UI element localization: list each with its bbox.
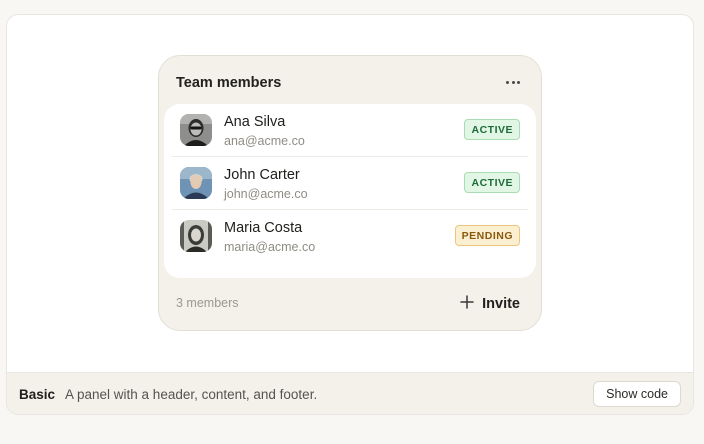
plus-icon bbox=[460, 294, 474, 314]
demo-description: A panel with a header, content, and foot… bbox=[65, 387, 318, 402]
member-email: john@acme.co bbox=[224, 187, 308, 201]
invite-button[interactable]: Invite bbox=[460, 293, 520, 315]
more-options-button[interactable] bbox=[502, 73, 524, 91]
show-code-button[interactable]: Show code bbox=[593, 381, 681, 407]
member-row[interactable]: Ana Silva ana@acme.co ACTIVE bbox=[172, 104, 528, 157]
invite-label: Invite bbox=[482, 296, 520, 312]
demo-info-bar: Basic A panel with a header, content, an… bbox=[7, 372, 693, 414]
panel-footer: 3 members Invite bbox=[159, 278, 541, 330]
avatar bbox=[180, 167, 212, 199]
member-name: Ana Silva bbox=[224, 114, 286, 130]
status-badge: ACTIVE bbox=[464, 119, 520, 140]
panel-title: Team members bbox=[176, 75, 282, 91]
panel-header: Team members bbox=[159, 56, 541, 104]
status-badge: ACTIVE bbox=[464, 172, 520, 193]
status-badge: PENDING bbox=[454, 225, 520, 246]
member-list: Ana Silva ana@acme.co ACTIVE John Carter… bbox=[164, 104, 536, 278]
demo-title: Basic bbox=[19, 387, 56, 402]
member-email: ana@acme.co bbox=[224, 134, 305, 148]
demo-card: Team members Ana Silva ana@acme.co ACTIV… bbox=[6, 14, 694, 415]
team-panel: Team members Ana Silva ana@acme.co ACTIV… bbox=[158, 55, 542, 331]
member-count: 3 members bbox=[176, 296, 239, 310]
member-email: maria@acme.co bbox=[224, 240, 316, 254]
member-row[interactable]: Maria Costa maria@acme.co PENDING bbox=[172, 210, 528, 263]
avatar bbox=[180, 220, 212, 252]
member-row[interactable]: John Carter john@acme.co ACTIVE bbox=[172, 157, 528, 210]
avatar bbox=[180, 114, 212, 146]
member-name: Maria Costa bbox=[224, 220, 303, 236]
ellipsis-horizontal-icon bbox=[506, 80, 520, 84]
member-name: John Carter bbox=[224, 167, 300, 183]
preview-area: Team members Ana Silva ana@acme.co ACTIV… bbox=[7, 15, 693, 372]
